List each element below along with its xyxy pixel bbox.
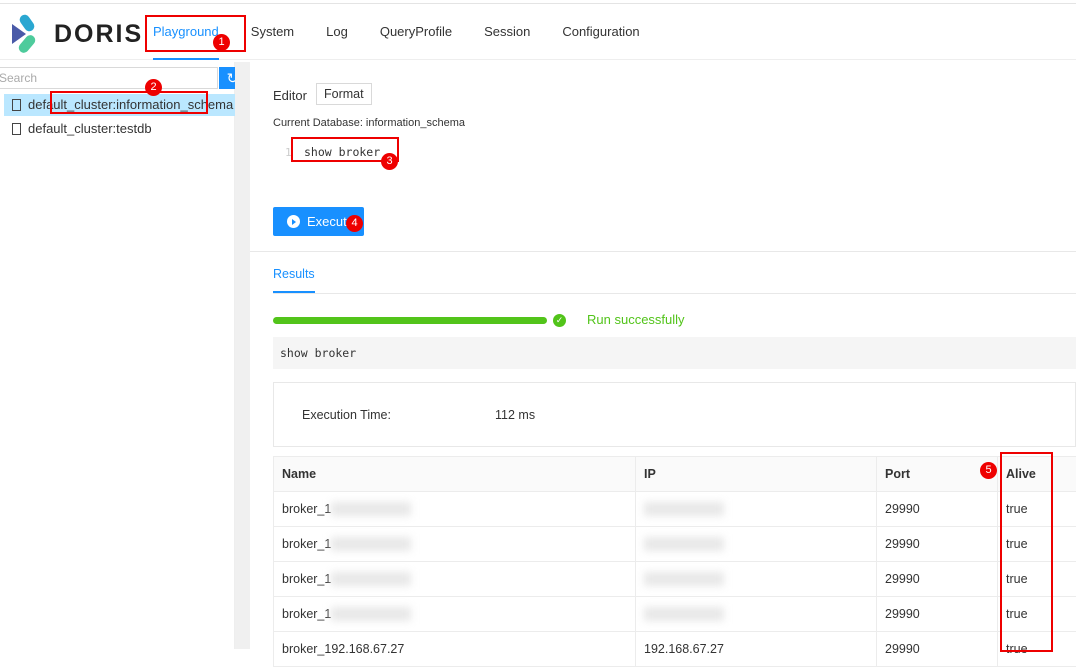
table-row[interactable]: broker_129990true	[274, 597, 1076, 632]
editor-label: Editor	[273, 88, 307, 103]
format-button[interactable]: Format	[316, 83, 372, 105]
table-cell: 29990	[877, 632, 998, 667]
annotation-badge-5: 5	[980, 462, 997, 479]
column-header-port[interactable]: Port	[877, 457, 998, 492]
nav-session[interactable]: Session	[468, 4, 546, 60]
column-header-name[interactable]: Name	[274, 457, 636, 492]
results-table: Name IP Port Alive broker_129990truebrok…	[273, 456, 1076, 667]
table-cell: broker_1	[274, 492, 636, 527]
table-cell	[636, 492, 877, 527]
doris-logo-icon	[12, 14, 44, 54]
nav-configuration[interactable]: Configuration	[546, 4, 655, 60]
cell-text: broker_1	[282, 537, 331, 551]
cell-text: broker_1	[282, 607, 331, 621]
cell-text: 29990	[885, 642, 920, 656]
nav-system[interactable]: System	[235, 4, 310, 60]
current-database: Current Database: information_schema	[273, 117, 465, 129]
cell-text: 192.168.67.27	[644, 642, 724, 656]
redacted-value	[644, 607, 724, 621]
cell-text: broker_192.168.67.27	[282, 642, 404, 656]
table-cell: broker_1	[274, 527, 636, 562]
table-cell: broker_192.168.67.27	[274, 632, 636, 667]
check-icon: ✓	[553, 314, 566, 327]
play-icon	[287, 215, 300, 228]
redacted-value	[331, 502, 411, 516]
cell-text: 29990	[885, 607, 920, 621]
table-row[interactable]: broker_129990true	[274, 527, 1076, 562]
table-row[interactable]: broker_129990true	[274, 492, 1076, 527]
nav-queryprofile[interactable]: QueryProfile	[364, 4, 468, 60]
table-cell	[636, 562, 877, 597]
tab-results[interactable]: Results	[273, 267, 315, 293]
divider	[250, 251, 1076, 252]
tab-underline	[273, 293, 1076, 294]
executed-sql: show broker	[273, 337, 1076, 369]
redacted-value	[644, 572, 724, 586]
annotation-box-5	[1000, 452, 1053, 652]
annotation-badge-1: 1	[213, 34, 230, 51]
table-row[interactable]: broker_129990true	[274, 562, 1076, 597]
column-header-ip[interactable]: IP	[636, 457, 877, 492]
table-cell: broker_1	[274, 597, 636, 632]
cell-text: 29990	[885, 537, 920, 551]
logo-text: DORIS	[54, 20, 143, 49]
table-cell: 29990	[877, 492, 998, 527]
annotation-box-2	[50, 91, 208, 114]
tree-item-testdb[interactable]: default_cluster:testdb	[4, 118, 156, 140]
annotation-box-1	[145, 15, 246, 52]
resize-handle[interactable]	[235, 62, 250, 649]
table-cell: 29990	[877, 597, 998, 632]
table-row[interactable]: broker_192.168.67.27192.168.67.2729990tr…	[274, 632, 1076, 667]
cell-text: 29990	[885, 502, 920, 516]
tree-item-label: default_cluster:testdb	[28, 121, 152, 136]
redacted-value	[331, 607, 411, 621]
progress-bar	[273, 317, 547, 324]
table-cell: 29990	[877, 527, 998, 562]
redacted-value	[644, 502, 724, 516]
table-cell: 29990	[877, 562, 998, 597]
redacted-value	[331, 572, 411, 586]
status-text: Run successfully	[587, 312, 685, 327]
redacted-value	[331, 537, 411, 551]
table-cell: broker_1	[274, 562, 636, 597]
cell-text: 29990	[885, 572, 920, 586]
database-icon	[12, 99, 21, 111]
table-cell	[636, 597, 877, 632]
nav-log[interactable]: Log	[310, 4, 364, 60]
exec-time-value: 112 ms	[495, 408, 535, 422]
execution-stats: Execution Time: 112 ms	[273, 382, 1076, 447]
database-sidebar: Search ↻ default_cluster:information_sch…	[0, 62, 235, 649]
cell-text: broker_1	[282, 572, 331, 586]
database-icon	[12, 123, 21, 135]
annotation-badge-2: 2	[145, 79, 162, 96]
table-cell: 192.168.67.27	[636, 632, 877, 667]
table-cell	[636, 527, 877, 562]
exec-time-label: Execution Time:	[302, 408, 391, 422]
redacted-value	[644, 537, 724, 551]
annotation-badge-3: 3	[381, 153, 398, 170]
cell-text: broker_1	[282, 502, 331, 516]
search-input[interactable]: Search	[0, 67, 218, 89]
logo[interactable]: DORIS	[12, 14, 143, 54]
annotation-badge-4: 4	[346, 215, 363, 232]
